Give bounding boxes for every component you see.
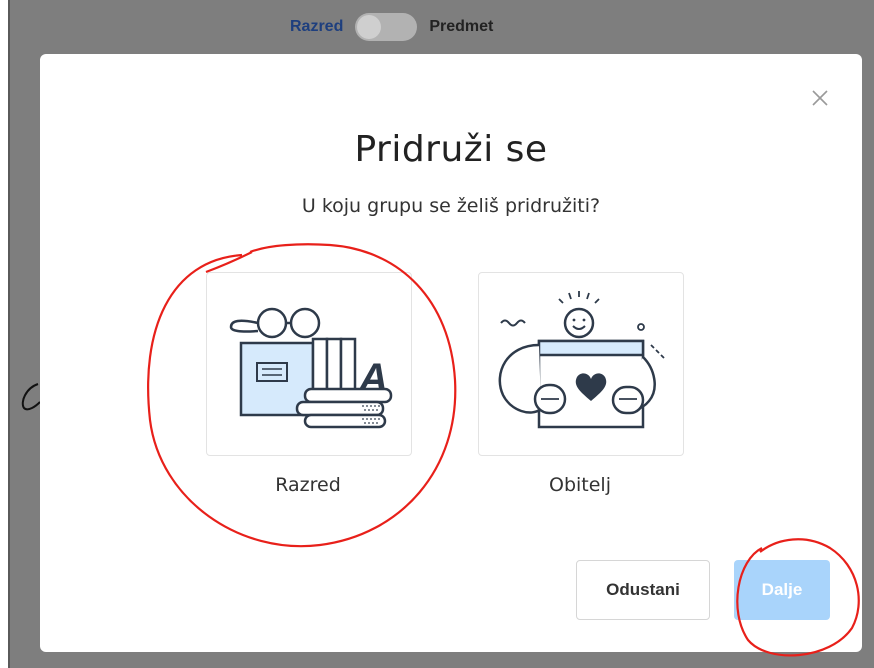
- group-type-toggle: Razred Predmet: [290, 13, 493, 41]
- option-card-razred[interactable]: A: [206, 272, 412, 456]
- modal-title: Pridruži se: [354, 129, 548, 170]
- modal-subtitle: U koju grupu se želiš pridružiti?: [301, 195, 601, 217]
- toggle-switch[interactable]: [355, 13, 418, 41]
- option-label-obitelj: Obitelj: [549, 474, 611, 496]
- classroom-books-icon: A: [229, 307, 393, 429]
- background-scribble-mark: [21, 383, 41, 411]
- close-icon[interactable]: [810, 88, 830, 108]
- background-left-divider: [8, 0, 10, 668]
- toggle-label-razred: Razred: [290, 18, 344, 35]
- family-heart-icon: [498, 291, 665, 429]
- option-card-obitelj[interactable]: [478, 272, 684, 456]
- next-button[interactable]: Dalje: [734, 560, 830, 620]
- toggle-label-predmet: Predmet: [429, 18, 494, 35]
- option-label-razred: Razred: [275, 474, 341, 496]
- join-group-modal: Pridruži se U koju grupu se želiš pridru…: [40, 54, 862, 652]
- background-left-strip: [0, 0, 8, 668]
- toggle-knob: [357, 15, 382, 39]
- cancel-button[interactable]: Odustani: [576, 560, 710, 620]
